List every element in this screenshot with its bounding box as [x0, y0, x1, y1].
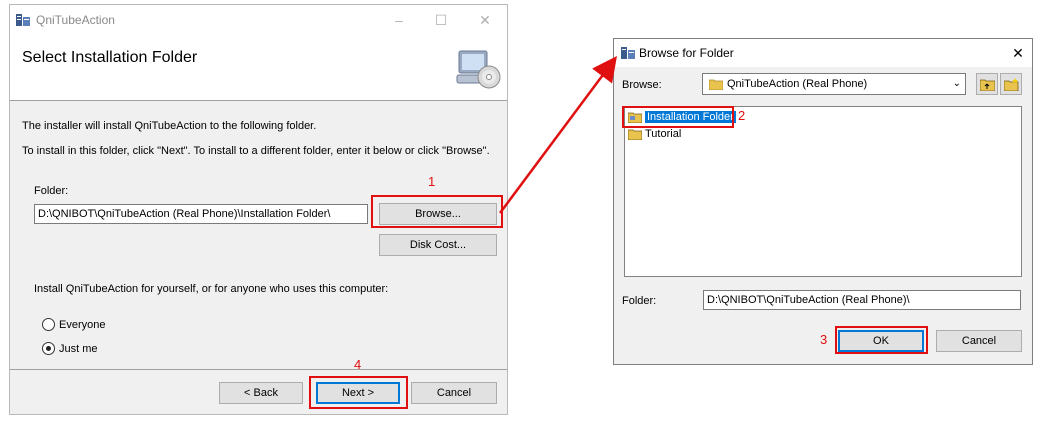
browse-titlebar[interactable]: Browse for Folder ✕: [614, 39, 1032, 67]
computer-disc-icon: [456, 50, 501, 89]
highlight-ok-button: [835, 326, 928, 354]
chevron-down-icon[interactable]: ⌄: [953, 74, 961, 94]
up-folder-button[interactable]: [976, 73, 998, 95]
step-1-label: 1: [428, 174, 436, 189]
installer-titlebar[interactable]: QniTubeAction – ☐ ✕: [10, 5, 507, 35]
up-folder-icon: [980, 79, 995, 91]
disk-cost-button[interactable]: Disk Cost...: [379, 234, 497, 256]
installer-app-icon: [16, 14, 30, 26]
installer-header: Select Installation Folder: [10, 35, 507, 101]
browse-cancel-button[interactable]: Cancel: [936, 330, 1022, 352]
intro-text: The installer will install QniTubeAction…: [22, 120, 317, 132]
back-button[interactable]: < Back: [219, 382, 303, 404]
tree-item-label: Tutorial: [645, 128, 682, 140]
highlight-next-button: [309, 376, 408, 409]
folder-tree[interactable]: Installation Folder Tutorial: [624, 106, 1022, 277]
step-4-label: 4: [354, 357, 362, 372]
installer-title: QniTubeAction: [36, 13, 115, 27]
install-for-text: Install QniTubeAction for yourself, or f…: [34, 283, 389, 295]
browse-close-icon[interactable]: ✕: [1009, 44, 1027, 62]
folder-label: Folder:: [34, 185, 69, 197]
maximize-icon[interactable]: ☐: [432, 11, 450, 29]
everyone-label[interactable]: Everyone: [59, 319, 105, 331]
tree-item-tutorial[interactable]: Tutorial: [627, 127, 681, 142]
minimize-icon[interactable]: –: [390, 11, 408, 29]
footer-divider: [10, 369, 507, 370]
browse-location-label: Browse:: [622, 79, 662, 91]
highlight-browse-button: [371, 195, 503, 228]
browse-location-value: QniTubeAction (Real Phone): [727, 78, 868, 90]
highlight-installation-folder: [622, 106, 734, 128]
new-folder-button[interactable]: [1000, 73, 1022, 95]
browse-folder-label: Folder:: [622, 295, 657, 307]
just-me-radio[interactable]: [42, 342, 55, 355]
new-folder-icon: [1004, 78, 1019, 91]
browse-title: Browse for Folder: [639, 46, 734, 60]
step-2-label: 2: [738, 108, 746, 123]
folder-icon: [709, 79, 723, 90]
close-icon[interactable]: ✕: [476, 11, 494, 29]
page-title: Select Installation Folder: [22, 49, 198, 66]
folder-icon: [628, 129, 642, 140]
browse-location-combo[interactable]: QniTubeAction (Real Phone) ⌄: [702, 73, 966, 95]
browse-folder-dialog: Browse for Folder ✕ Browse: QniTubeActio…: [613, 38, 1033, 365]
browse-folder-input[interactable]: D:\QNIBOT\QniTubeAction (Real Phone)\: [703, 290, 1021, 310]
cancel-button[interactable]: Cancel: [411, 382, 497, 404]
everyone-radio[interactable]: [42, 318, 55, 331]
step-3-label: 3: [820, 332, 828, 347]
folder-path-input[interactable]: D:\QNIBOT\QniTubeAction (Real Phone)\Ins…: [34, 204, 368, 224]
just-me-label[interactable]: Just me: [59, 343, 98, 355]
browse-app-icon: [621, 47, 635, 59]
instruction-text: To install in this folder, click "Next".…: [22, 145, 490, 157]
